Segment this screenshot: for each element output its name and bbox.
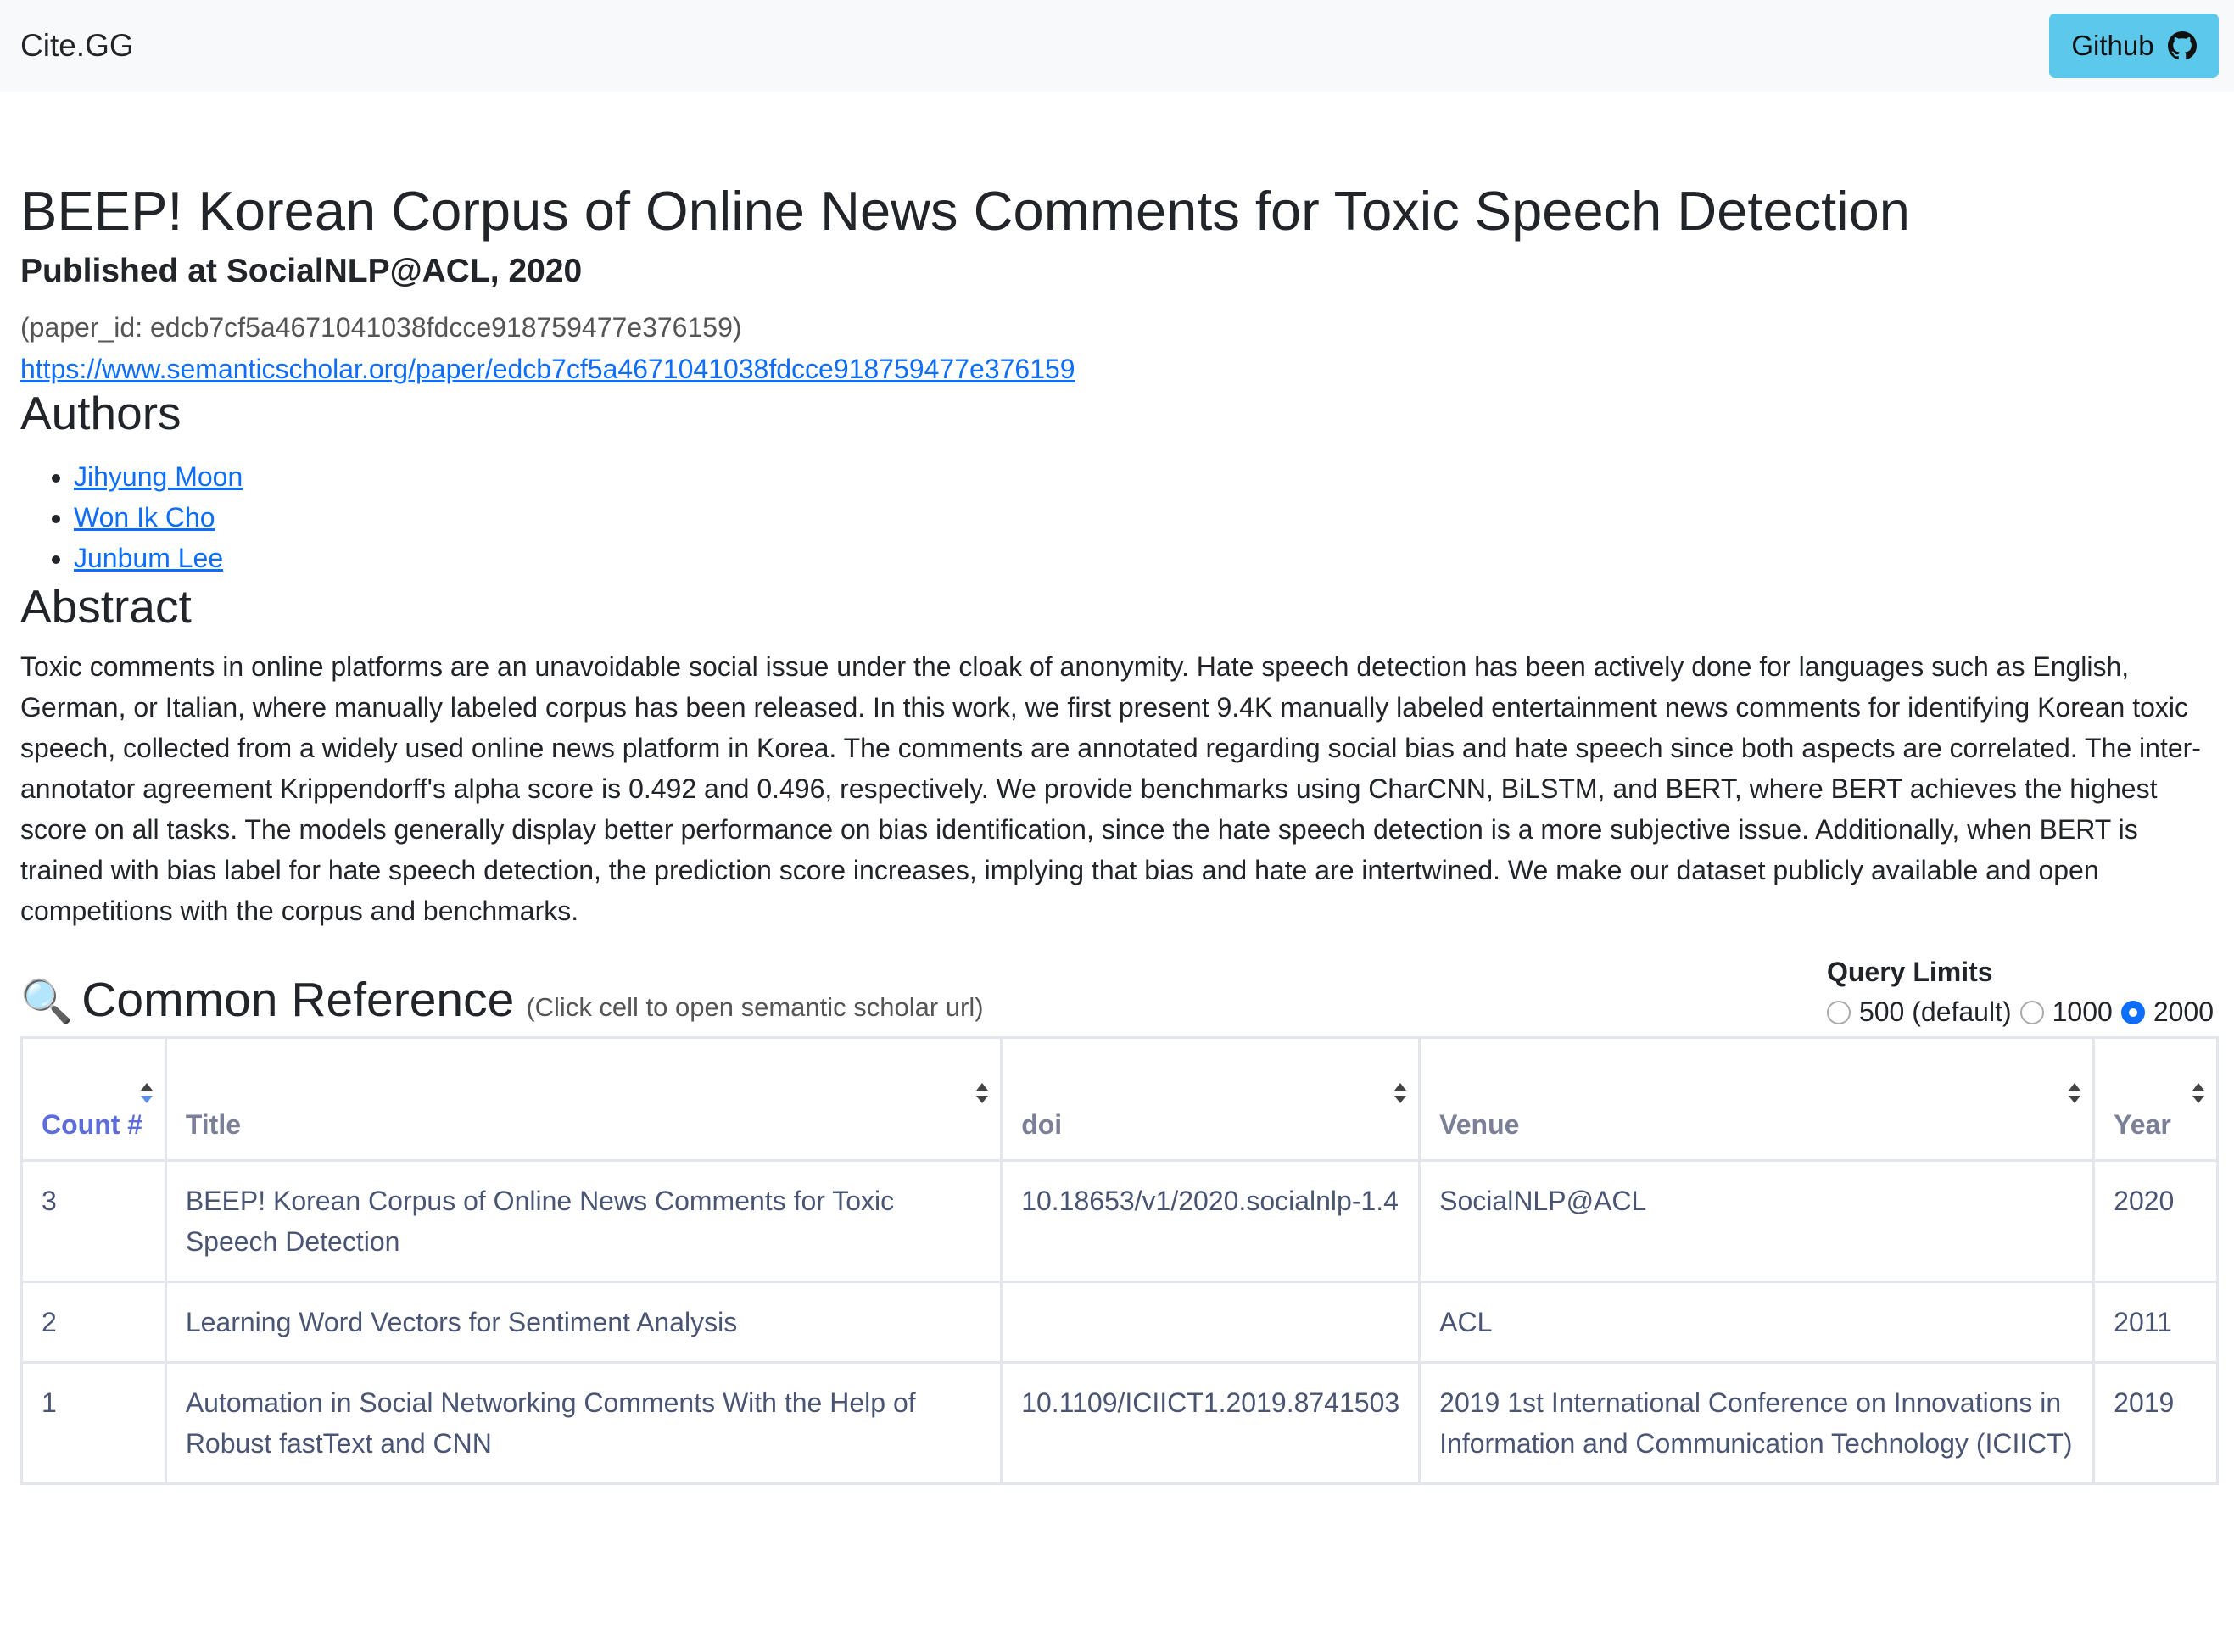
- semantic-scholar-link[interactable]: https://www.semanticscholar.org/paper/ed…: [20, 354, 1075, 385]
- radio-2000[interactable]: [2120, 1000, 2145, 1024]
- paper-venue: Published at SocialNLP@ACL, 2020: [20, 253, 583, 289]
- sort-icon: [1394, 1083, 1407, 1103]
- column-header-doi-label: doi: [1021, 1109, 1063, 1140]
- radio-1000[interactable]: [2019, 1000, 2044, 1024]
- column-header-title[interactable]: Title: [164, 1036, 1003, 1162]
- author-item: Won Ik Cho: [74, 497, 2214, 538]
- column-header-venue-label: Venue: [1439, 1109, 1520, 1140]
- radio-500-label[interactable]: 500 (default): [1859, 996, 2012, 1028]
- authors-heading: Authors: [20, 387, 182, 439]
- github-button[interactable]: Github: [2049, 14, 2219, 78]
- cell-title[interactable]: Learning Word Vectors for Sentiment Anal…: [164, 1281, 1003, 1364]
- radio-1000-label[interactable]: 1000: [2052, 996, 2113, 1028]
- table-row: 1 Automation in Social Networking Commen…: [20, 1361, 2219, 1485]
- table-row: 2 Learning Word Vectors for Sentiment An…: [20, 1281, 2219, 1364]
- common-reference-header: 🔍 Common Reference (Click cell to open s…: [20, 957, 2217, 1028]
- abstract-heading: Abstract: [20, 580, 192, 633]
- brand-logo[interactable]: Cite.GG: [20, 28, 134, 64]
- column-header-title-label: Title: [185, 1109, 242, 1140]
- cell-title[interactable]: BEEP! Korean Corpus of Online News Comme…: [164, 1159, 1003, 1283]
- abstract-text: Toxic comments in online platforms are a…: [20, 651, 2201, 926]
- github-icon: [2167, 31, 2197, 60]
- cell-doi[interactable]: 10.18653/v1/2020.socialnlp-1.4: [1000, 1159, 1421, 1283]
- cell-count[interactable]: 2: [20, 1281, 167, 1364]
- column-header-doi[interactable]: doi: [1000, 1036, 1421, 1162]
- cell-title[interactable]: Automation in Social Networking Comments…: [164, 1361, 1003, 1485]
- paper-id: (paper_id: edcb7cf5a4671041038fdcce91875…: [20, 312, 742, 343]
- common-reference-hint: (Click cell to open semantic scholar url…: [526, 992, 984, 1022]
- column-header-venue[interactable]: Venue: [1418, 1036, 2096, 1162]
- cell-doi[interactable]: [1000, 1281, 1421, 1364]
- author-link[interactable]: Won Ik Cho: [74, 502, 215, 533]
- author-link[interactable]: Jihyung Moon: [74, 461, 243, 492]
- cell-count[interactable]: 3: [20, 1159, 167, 1283]
- radio-2000-label[interactable]: 2000: [2153, 996, 2214, 1028]
- query-limits: Query Limits 500 (default) 1000 2000: [1826, 957, 2214, 1028]
- cell-venue[interactable]: ACL: [1418, 1281, 2096, 1364]
- table-row: 3 BEEP! Korean Corpus of Online News Com…: [20, 1159, 2219, 1283]
- column-header-year-label: Year: [2114, 1109, 2171, 1140]
- sort-icon: [2069, 1083, 2081, 1103]
- column-header-year[interactable]: Year: [2092, 1036, 2219, 1162]
- magnifier-icon: 🔍: [20, 978, 74, 1025]
- authors-list: Jihyung Moon Won Ik Cho Junbum Lee: [20, 456, 2214, 578]
- column-header-count[interactable]: Count #: [20, 1036, 167, 1162]
- sort-icon: [976, 1083, 989, 1103]
- cell-count[interactable]: 1: [20, 1361, 167, 1485]
- sort-icon: [140, 1083, 153, 1103]
- cell-venue[interactable]: SocialNLP@ACL: [1418, 1159, 2096, 1283]
- sort-icon: [2192, 1083, 2204, 1103]
- navbar: Cite.GG Github: [0, 0, 2234, 92]
- common-reference-table: Count # Title doi Venue Year 3 BEEP! Kor…: [20, 1036, 2219, 1485]
- author-item: Junbum Lee: [74, 538, 2214, 578]
- common-reference-heading: Common Reference: [81, 973, 515, 1027]
- github-button-label: Github: [2071, 30, 2154, 61]
- cell-doi[interactable]: 10.1109/ICIICT1.2019.8741503: [1000, 1361, 1421, 1485]
- cell-year[interactable]: 2011: [2092, 1281, 2219, 1364]
- cell-venue[interactable]: 2019 1st International Conference on Inn…: [1418, 1361, 2096, 1485]
- common-reference-title: 🔍 Common Reference (Click cell to open s…: [20, 972, 984, 1028]
- main-content: BEEP! Korean Corpus of Online News Comme…: [0, 178, 2234, 1485]
- radio-500[interactable]: [1826, 1000, 1851, 1024]
- query-limits-options: 500 (default) 1000 2000: [1826, 996, 2214, 1028]
- column-header-count-label: Count #: [42, 1109, 143, 1140]
- cell-year[interactable]: 2020: [2092, 1159, 2219, 1283]
- table-header-row: Count # Title doi Venue Year: [20, 1036, 2219, 1162]
- author-item: Jihyung Moon: [74, 456, 2214, 497]
- author-link[interactable]: Junbum Lee: [74, 543, 223, 573]
- cell-year[interactable]: 2019: [2092, 1361, 2219, 1485]
- paper-title: BEEP! Korean Corpus of Online News Comme…: [20, 180, 1910, 242]
- query-limits-label: Query Limits: [1826, 957, 1993, 987]
